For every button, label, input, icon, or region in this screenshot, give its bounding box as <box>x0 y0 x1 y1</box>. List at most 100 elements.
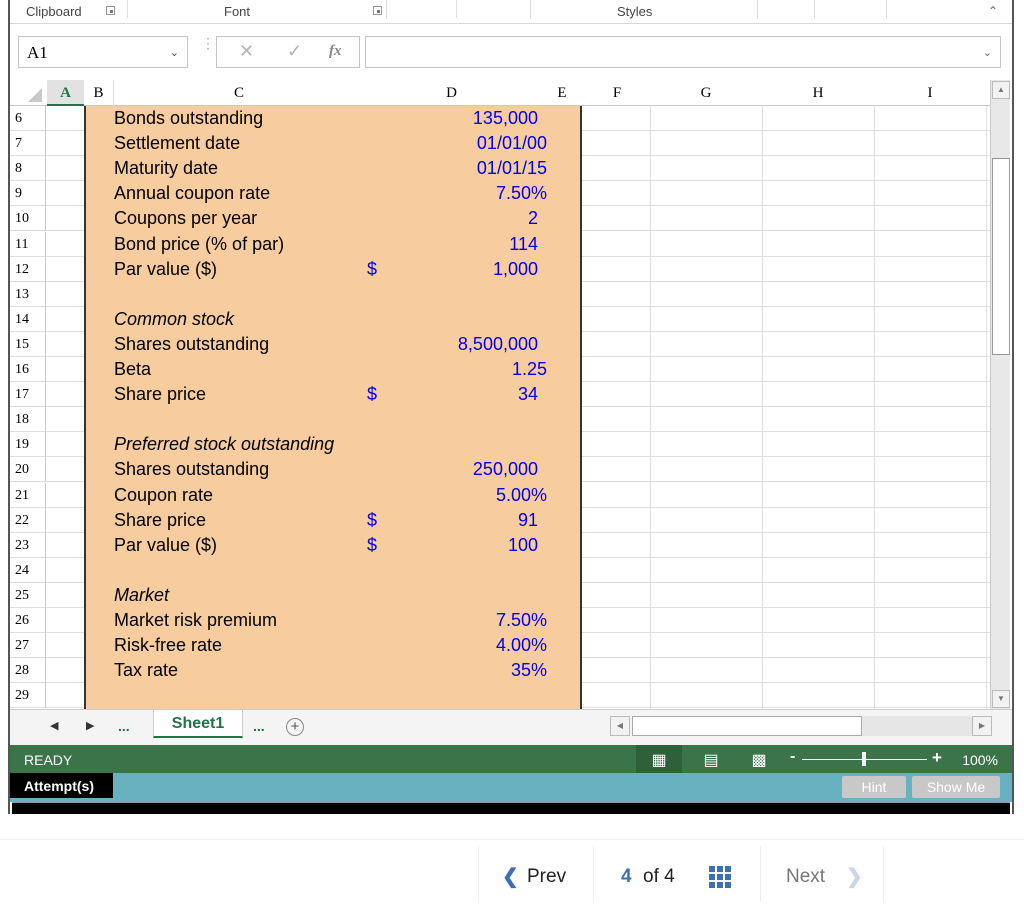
horizontal-scrollbar[interactable]: ◀ ▶ <box>610 716 995 738</box>
input-value-cell[interactable]: 34 <box>518 384 538 405</box>
input-value-cell[interactable]: 35% <box>511 660 547 681</box>
input-value-cell[interactable]: 01/01/00 <box>477 133 547 154</box>
zoom-slider[interactable]: - + <box>790 748 942 768</box>
row-content: Settlement date 01/01/00 <box>10 131 990 156</box>
row-label[interactable]: Beta <box>114 359 151 380</box>
cancel-icon[interactable]: ✕ <box>239 41 254 62</box>
scroll-left-icon[interactable]: ◀ <box>610 716 630 736</box>
previous-sheet-icon[interactable]: ◀ <box>50 719 58 732</box>
prev-button[interactable]: ❮ Prev <box>478 846 593 904</box>
page-break-preview-icon[interactable]: ▩ <box>736 745 782 773</box>
section-heading[interactable]: Preferred stock outstanding <box>114 434 334 455</box>
vertical-scrollbar[interactable]: ▲ ▼ <box>990 80 1010 709</box>
row-content: Bonds outstanding 135,000 <box>10 106 990 131</box>
name-box[interactable]: A1 ⌄ <box>18 36 188 68</box>
input-value-cell[interactable]: 114 <box>509 234 538 255</box>
formula-buttons: ✕ ✓ fx <box>216 36 360 68</box>
more-sheets-right-button[interactable]: ... <box>253 718 265 734</box>
page-layout-view-icon[interactable]: ▤ <box>688 745 734 773</box>
zoom-slider-knob[interactable] <box>862 752 866 766</box>
normal-view-icon[interactable]: ▦ <box>636 745 682 773</box>
formula-input[interactable]: ⌄ <box>365 36 1001 68</box>
section-heading[interactable]: Common stock <box>114 309 234 330</box>
row-label[interactable]: Coupon rate <box>114 485 213 506</box>
column-header-d[interactable]: D <box>364 85 539 102</box>
question-grid-icon[interactable] <box>709 866 732 889</box>
column-header-f[interactable]: F <box>584 85 650 102</box>
section-heading[interactable]: Market <box>114 585 169 606</box>
row-label[interactable]: Shares outstanding <box>114 459 269 480</box>
prev-label: Prev <box>527 866 567 887</box>
worksheet-grid[interactable]: A B C D E F G H I 6 7 8 9 10 11 12 13 14 15 16 17 18… <box>10 80 1012 709</box>
ribbon-separator <box>456 0 457 18</box>
input-value-cell[interactable]: 2 <box>528 208 538 229</box>
row-label[interactable]: Bonds outstanding <box>114 108 263 129</box>
zoom-out-button[interactable]: - <box>790 748 795 766</box>
input-value-cell[interactable]: 8,500,000 <box>458 334 538 355</box>
scroll-up-icon[interactable]: ▲ <box>992 81 1010 99</box>
column-header-b[interactable]: B <box>84 80 114 106</box>
horizontal-scroll-thumb[interactable] <box>632 716 862 736</box>
input-value-cell[interactable]: 135,000 <box>473 108 538 129</box>
insert-function-icon[interactable]: fx <box>329 43 342 60</box>
more-sheets-left-button[interactable]: ... <box>118 718 130 734</box>
row-label[interactable]: Tax rate <box>114 660 178 681</box>
input-value-cell[interactable]: 1,000 <box>493 259 538 280</box>
input-value-cell[interactable]: 4.00% <box>496 635 547 656</box>
input-value-cell[interactable]: 5.00% <box>496 485 547 506</box>
next-sheet-icon[interactable]: ▶ <box>86 719 94 732</box>
row-label[interactable]: Annual coupon rate <box>114 183 270 204</box>
collapse-ribbon-icon[interactable]: ⌃ <box>988 4 998 18</box>
input-value-cell[interactable]: 100 <box>508 535 538 556</box>
row-label[interactable]: Par value ($) <box>114 259 217 280</box>
row-content: Bond price (% of par) 114 <box>10 232 990 257</box>
bottom-frame-bar <box>12 802 1010 814</box>
sheet-tab-sheet1[interactable]: Sheet1 <box>153 710 243 738</box>
row-label[interactable]: Par value ($) <box>114 535 217 556</box>
row-content <box>10 683 990 708</box>
hint-button[interactable]: Hint <box>842 776 906 798</box>
column-header-i[interactable]: I <box>874 85 986 102</box>
row-content: Shares outstanding 8,500,000 <box>10 332 990 357</box>
scroll-right-icon[interactable]: ▶ <box>972 716 992 736</box>
row-label[interactable]: Maturity date <box>114 158 218 179</box>
row-label[interactable]: Share price <box>114 510 206 531</box>
input-value-cell[interactable]: 7.50% <box>496 183 547 204</box>
row-label[interactable]: Shares outstanding <box>114 334 269 355</box>
formula-bar-resize-handle[interactable]: ⋮ <box>201 36 215 50</box>
clipboard-dialog-launcher-icon[interactable] <box>106 6 115 15</box>
horizontal-scroll-track[interactable] <box>632 716 972 736</box>
column-header-c[interactable]: C <box>114 85 364 102</box>
input-value-cell[interactable]: 7.50% <box>496 610 547 631</box>
next-button[interactable]: Next ❯ <box>761 846 883 904</box>
input-value-cell[interactable]: 91 <box>518 510 538 531</box>
chevron-left-icon: ❮ <box>502 866 519 888</box>
row-label[interactable]: Market risk premium <box>114 610 277 631</box>
expand-formula-bar-icon[interactable]: ⌄ <box>983 46 992 59</box>
enter-icon[interactable]: ✓ <box>287 41 302 62</box>
column-header-g[interactable]: G <box>650 85 762 102</box>
chevron-down-icon[interactable]: ⌄ <box>170 46 179 59</box>
row-content: Shares outstanding 250,000 <box>10 457 990 482</box>
vertical-scroll-thumb[interactable] <box>992 158 1010 355</box>
scroll-down-icon[interactable]: ▼ <box>992 690 1010 708</box>
font-dialog-launcher-icon[interactable] <box>373 6 382 15</box>
select-all-icon[interactable] <box>28 88 42 102</box>
input-value-cell[interactable]: 01/01/15 <box>477 158 547 179</box>
row-content <box>10 407 990 432</box>
row-label[interactable]: Coupons per year <box>114 208 257 229</box>
zoom-in-button[interactable]: + <box>932 748 942 768</box>
ribbon-separator <box>386 0 387 18</box>
column-header-e[interactable]: E <box>544 85 580 102</box>
input-value-cell[interactable]: 250,000 <box>473 459 538 480</box>
add-sheet-icon[interactable]: + <box>286 718 304 736</box>
row-label[interactable]: Settlement date <box>114 133 240 154</box>
show-me-button[interactable]: Show Me <box>912 776 1000 798</box>
row-label[interactable]: Risk-free rate <box>114 635 222 656</box>
zoom-level[interactable]: 100% <box>962 752 998 768</box>
input-value-cell[interactable]: 1.25 <box>512 359 547 380</box>
row-label[interactable]: Share price <box>114 384 206 405</box>
row-label[interactable]: Bond price (% of par) <box>114 234 284 255</box>
column-header-a[interactable]: A <box>47 80 84 106</box>
column-header-h[interactable]: H <box>762 85 874 102</box>
